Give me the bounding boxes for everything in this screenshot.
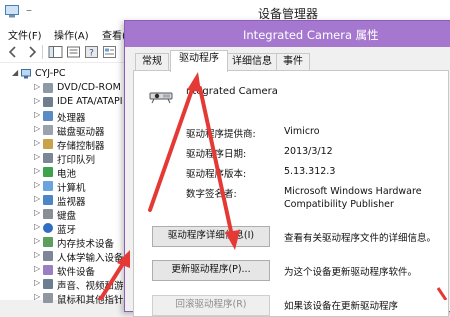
tree-item-dvd[interactable]: ▷ DVD/CD-ROM: [0, 81, 130, 95]
printer-icon: [43, 153, 53, 163]
expand-arrow-icon[interactable]: ▷: [34, 236, 40, 245]
device-tree: ◢ CYJ-PC ▷ DVD/CD-ROM ▷ IDE ATA/ATAPI ▷ …: [0, 63, 130, 306]
speaker-icon: [43, 279, 53, 289]
driver-version-value: 5.13.312.3: [284, 166, 336, 177]
dialog-title: Integrated Camera 属性: [243, 28, 379, 42]
dvd-drive-icon: [43, 83, 53, 93]
expand-arrow-icon[interactable]: ▷: [34, 180, 40, 189]
expand-arrow-icon[interactable]: ▷: [34, 208, 40, 217]
driver-date-value: 2013/3/12: [284, 146, 333, 157]
expand-arrow-icon[interactable]: ▷: [34, 278, 40, 287]
tree-root-label: CYJ-PC: [35, 68, 66, 79]
tree-item-print-queue[interactable]: ▷ 打印队列: [0, 151, 130, 166]
menu-file[interactable]: 文件(F): [8, 27, 42, 42]
driver-details-description: 查看有关驱动程序文件的详细信息。: [284, 233, 437, 244]
tree-item-disk[interactable]: ▷ 磁盘驱动器: [0, 123, 130, 138]
tree-item-keyboard[interactable]: ▷ 键盘: [0, 207, 130, 222]
processor-icon: [43, 111, 53, 121]
bluetooth-icon: [43, 223, 53, 233]
camera-icon: [149, 92, 173, 104]
expand-arrow-icon[interactable]: ▷: [34, 110, 40, 119]
device-name: ntegrated Camera: [186, 86, 278, 97]
tree-item-storage[interactable]: ▷ 存储控制器: [0, 137, 130, 152]
provider-value: Vimicro: [284, 126, 320, 137]
tree-item-mouse[interactable]: ▷ 鼠标和其他指针: [0, 291, 130, 306]
keyboard-icon: [43, 209, 53, 219]
driver-details-button[interactable]: 驱动程序详细信息(I): [152, 226, 270, 247]
disk-drive-icon: [43, 125, 53, 135]
driver-tab-panel: ntegrated Camera 驱动程序提供商: Vimicro 驱动程序日期…: [133, 70, 449, 317]
dialog-body: 常规 驱动程序 详细信息 事件 ntegrated Camera 驱动程序提供商…: [125, 47, 450, 317]
tree-item-memory-tech[interactable]: ▷ 内存技术设备: [0, 235, 130, 250]
software-device-icon: [43, 265, 53, 275]
properties-view-icon[interactable]: [102, 45, 117, 59]
expand-arrow-icon[interactable]: ▷: [34, 138, 40, 147]
tree-item-hid[interactable]: ▷ 人体学输入设备: [0, 249, 130, 264]
expand-arrow-icon[interactable]: ▷: [34, 250, 40, 259]
tree-item-software-devices[interactable]: ▷ 软件设备: [0, 263, 130, 278]
tree-root-row[interactable]: ◢ CYJ-PC: [0, 67, 130, 81]
hid-icon: [43, 251, 53, 261]
titlebar-dash-icon[interactable]: –: [22, 3, 36, 17]
rollback-driver-description: 如果该设备在更新驱动程序: [284, 301, 399, 312]
collapse-arrow-icon[interactable]: ◢: [12, 68, 18, 77]
expand-arrow-icon[interactable]: ▷: [34, 96, 40, 105]
monitor-icon: [43, 195, 53, 205]
device-manager-app-icon: [5, 5, 19, 18]
driver-date-label: 驱动程序日期:: [186, 149, 247, 160]
tree-item-ide[interactable]: ▷ IDE ATA/ATAPI: [0, 95, 130, 109]
tab-driver[interactable]: 驱动程序: [170, 50, 228, 72]
forward-icon[interactable]: [24, 45, 39, 59]
expand-arrow-icon[interactable]: ▷: [34, 82, 40, 91]
update-driver-button[interactable]: 更新驱动程序(P)...: [152, 260, 270, 281]
properties-dialog: Integrated Camera 属性 常规 驱动程序 详细信息 事件 nte…: [124, 20, 450, 317]
tree-item-computer[interactable]: ▷ 计算机: [0, 179, 130, 194]
expand-arrow-icon[interactable]: ▷: [34, 166, 40, 175]
tree-item-battery[interactable]: ▷ 电池: [0, 165, 130, 180]
menu-action[interactable]: 操作(A): [54, 27, 89, 42]
show-hide-tree-icon[interactable]: [48, 45, 63, 59]
back-icon[interactable]: [6, 45, 21, 59]
tab-events[interactable]: 事件: [276, 53, 310, 71]
expand-arrow-icon[interactable]: ▷: [34, 124, 40, 133]
tree-item-processor[interactable]: ▷ 处理器: [0, 109, 130, 124]
expand-arrow-icon[interactable]: ▷: [34, 152, 40, 161]
svg-text:?: ?: [89, 49, 94, 59]
driver-version-label: 驱动程序版本:: [186, 169, 247, 180]
computer-icon: [21, 69, 31, 79]
signer-value: Microsoft Windows Hardware: [284, 186, 422, 197]
dialog-titlebar[interactable]: Integrated Camera 属性: [125, 21, 450, 47]
tab-general[interactable]: 常规: [135, 53, 169, 71]
computer-icon: [43, 181, 53, 191]
signer-value-line2: Compatibility Publisher: [284, 199, 394, 210]
mouse-icon: [43, 293, 53, 303]
help-icon[interactable]: ?: [84, 45, 99, 59]
rollback-driver-button[interactable]: 回滚驱动程序(R): [152, 295, 270, 316]
provider-label: 驱动程序提供商:: [186, 129, 256, 140]
tree-item-bluetooth[interactable]: ▷ 蓝牙: [0, 221, 130, 236]
toolbar-divider: [42, 45, 43, 59]
update-driver-description: 为这个设备更新驱动程序软件。: [284, 267, 418, 278]
tree-item-monitor[interactable]: ▷ 监视器: [0, 193, 130, 208]
signer-label: 数字签名者:: [186, 189, 237, 200]
memory-device-icon: [43, 237, 53, 247]
expand-arrow-icon[interactable]: ▷: [34, 194, 40, 203]
storage-controller-icon: [43, 139, 53, 149]
ide-controller-icon: [43, 97, 53, 107]
list-view-icon[interactable]: [66, 45, 81, 59]
expand-arrow-icon[interactable]: ▷: [34, 264, 40, 273]
battery-icon: [43, 167, 53, 177]
tab-details[interactable]: 详细信息: [226, 53, 278, 71]
expand-arrow-icon[interactable]: ▷: [34, 222, 40, 231]
tree-item-sound-video[interactable]: ▷ 声音、视频和游: [0, 277, 130, 292]
